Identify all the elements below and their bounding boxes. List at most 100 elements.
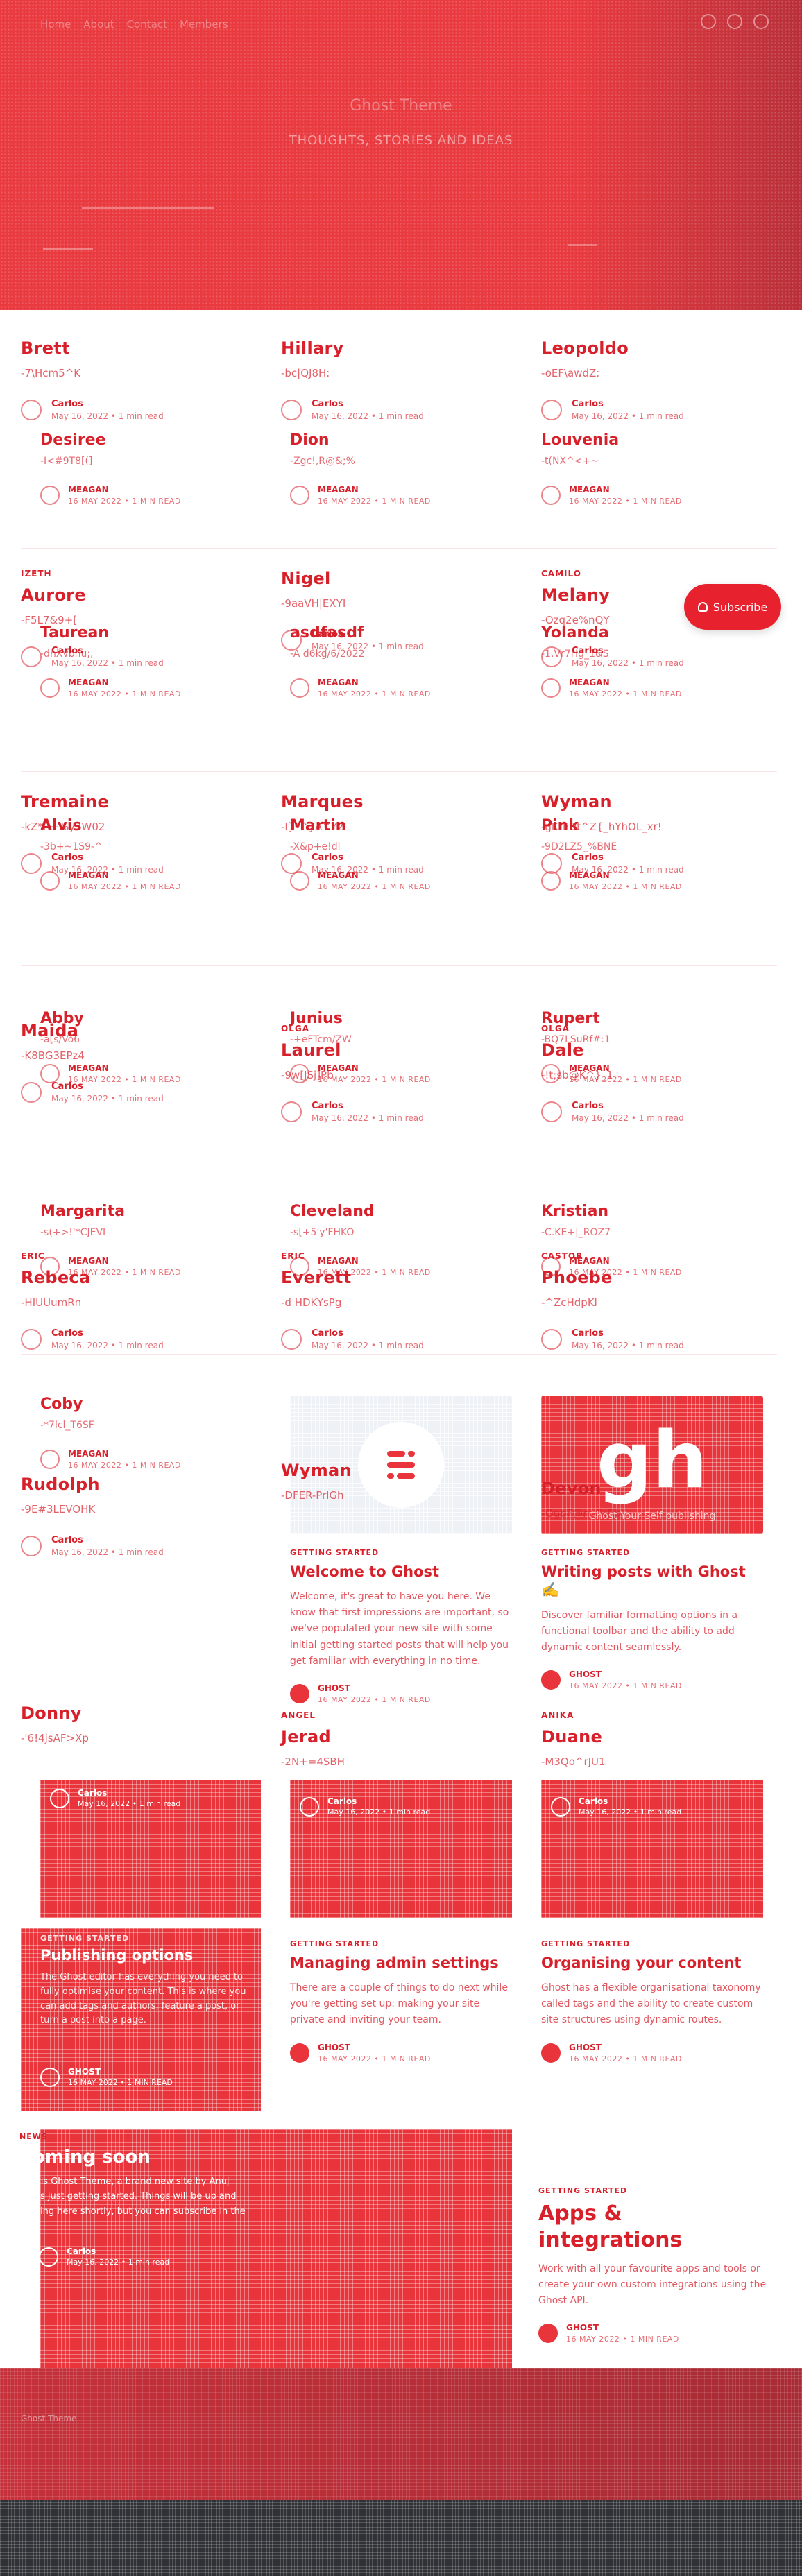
featured-post-card[interactable]: NEWS Coming soon This is Ghost Theme, a … <box>19 2132 255 2267</box>
post-card[interactable]: ANIKA Duane -M3Qo^rJU1 <box>541 1710 763 1768</box>
post-tag[interactable]: ERIC <box>281 1251 503 1261</box>
post-tag[interactable]: IZETH <box>21 569 243 578</box>
post-card-overlap[interactable]: Louvenia -t(NX^<+~ MEAGAN 16 MAY 2022 • 1… <box>541 431 756 506</box>
post-image[interactable]: gh Ghost Your Self publishing <box>541 1396 763 1534</box>
author-avatar[interactable] <box>40 678 60 698</box>
post-title[interactable]: Dion <box>290 431 505 449</box>
post-title[interactable]: Louvenia <box>541 431 756 449</box>
post-title[interactable]: Leopoldo <box>541 338 763 359</box>
author-avatar[interactable] <box>281 1328 302 1350</box>
post-card-overlap[interactable]: Desiree -I<#9T8[(] MEAGAN 16 MAY 2022 • 1… <box>40 431 255 506</box>
author-avatar[interactable] <box>21 1081 42 1103</box>
post-title[interactable]: Margarita <box>40 1203 255 1220</box>
author-name[interactable]: MEAGAN <box>318 485 431 495</box>
author-name[interactable]: MEAGAN <box>569 678 682 687</box>
author-avatar[interactable] <box>40 1064 60 1083</box>
post-title[interactable]: Brett <box>21 338 243 359</box>
post-title[interactable]: Pink <box>541 817 756 834</box>
post-title[interactable]: Martin <box>290 817 505 834</box>
author-avatar[interactable] <box>538 2324 558 2344</box>
author-name[interactable]: MEAGAN <box>68 1449 181 1459</box>
featured-post-card[interactable]: Wyman -DFER-PrlGh GETTING STARTED Welcom… <box>281 1396 512 1704</box>
author-avatar[interactable] <box>541 1064 561 1083</box>
post-card[interactable]: Hillary -bc|QJ8H: Carlos May 16, 2022 • 1… <box>281 338 503 421</box>
author-name[interactable]: Carlos <box>572 1101 684 1111</box>
post-card-overlap[interactable]: Alvis -3b+~1S9-^ MEAGAN 16 MAY 2022 • 1 M… <box>40 817 255 891</box>
author-avatar[interactable] <box>541 2043 561 2063</box>
post-title[interactable]: Writing posts with Ghost ✍️ <box>541 1563 763 1599</box>
author-avatar[interactable] <box>290 2043 309 2063</box>
featured-post-card[interactable]: gh Ghost Your Self publishing Devon -Ogb… <box>541 1396 763 1690</box>
post-title[interactable]: Organising your content <box>541 1954 763 1972</box>
author-name[interactable]: Carlos <box>312 399 424 409</box>
post-title[interactable]: Cleveland <box>290 1203 505 1220</box>
author-avatar[interactable] <box>50 1788 69 1808</box>
author-avatar[interactable] <box>281 399 302 420</box>
post-card[interactable]: Leopoldo -oEF\awdZ: Carlos May 16, 2022 •… <box>541 338 763 421</box>
author-avatar[interactable] <box>290 486 309 505</box>
author-name[interactable]: Carlos <box>572 1328 684 1339</box>
post-title[interactable]: Desiree <box>40 431 255 449</box>
post-title[interactable]: Welcome to Ghost <box>290 1563 512 1581</box>
post-title[interactable]: Rupert <box>541 1010 756 1027</box>
post-card-overlap[interactable]: Junius -+eFTcm/ZW MEAGAN 16 MAY 2022 • 1 … <box>290 1010 505 1084</box>
author-name[interactable]: Carlos <box>327 1796 430 1806</box>
author-name[interactable]: Carlos <box>312 1101 424 1111</box>
author-avatar[interactable] <box>40 1450 60 1469</box>
post-title[interactable]: Phoebe <box>541 1268 763 1288</box>
post-card[interactable]: CASTOR Phoebe -^ZcHdpKl Carlos May 16, 20… <box>541 1251 763 1350</box>
post-title[interactable]: Publishing options <box>40 1947 248 1964</box>
post-title[interactable]: Hillary <box>281 338 503 359</box>
author-name[interactable]: GHOST <box>566 2323 679 2333</box>
post-title[interactable]: Apps & integrations <box>538 2201 767 2253</box>
post-card[interactable]: Rudolph -9E#3LEVOHK Carlos May 16, 2022 •… <box>21 1475 243 1557</box>
author-avatar[interactable] <box>281 1101 302 1122</box>
author-name[interactable]: GHOST <box>318 2043 431 2052</box>
post-title[interactable]: Donny <box>21 1703 243 1724</box>
post-title[interactable]: Managing admin settings <box>290 1954 512 1972</box>
nav-item-contact[interactable]: Contact <box>127 18 167 31</box>
post-title[interactable]: Everett <box>281 1268 503 1288</box>
author-avatar[interactable] <box>290 1064 309 1083</box>
post-title[interactable]: Coming soon <box>19 2147 255 2167</box>
post-title[interactable]: Marques <box>281 792 503 812</box>
author-avatar[interactable] <box>21 399 42 420</box>
post-card-overlap[interactable]: Yolanda -1.Vr7Hg_1&S MEAGAN 16 MAY 2022 •… <box>541 624 756 698</box>
post-title[interactable]: Nigel <box>281 569 503 589</box>
author-avatar[interactable] <box>551 1796 570 1817</box>
post-title[interactable]: Taurean <box>40 624 255 642</box>
author-name[interactable]: GHOST <box>569 1669 682 1679</box>
post-card-overlap[interactable]: Abby -a[s/Vo6 MEAGAN 16 MAY 2022 • 1 MIN … <box>40 1010 255 1084</box>
post-card-overlap[interactable]: Pink -9D2LZ5_%BNE MEAGAN 16 MAY 2022 • 1 … <box>541 817 756 891</box>
author-name[interactable]: Carlos <box>67 2247 169 2256</box>
featured-post-card[interactable]: GETTING STARTED Publishing options The G… <box>21 1928 261 2111</box>
author-avatar[interactable] <box>21 646 42 667</box>
author-name[interactable]: MEAGAN <box>569 485 682 495</box>
post-card-overlap[interactable]: Taurean -dnXvbnu;, MEAGAN 16 MAY 2022 • 1… <box>40 624 255 698</box>
post-title[interactable]: Kristian <box>541 1203 756 1220</box>
author-name[interactable]: MEAGAN <box>318 870 431 880</box>
post-tag[interactable]: GETTING STARTED <box>40 1934 248 1943</box>
post-title[interactable]: Melany <box>541 585 763 606</box>
nav-item-about[interactable]: About <box>83 18 114 31</box>
author-avatar[interactable] <box>541 486 561 505</box>
post-title[interactable]: Coby <box>40 1396 255 1413</box>
author-name[interactable]: GHOST <box>318 1683 431 1693</box>
facebook-icon[interactable] <box>753 14 769 29</box>
post-title[interactable]: Alvis <box>40 817 255 834</box>
author-avatar[interactable] <box>40 486 60 505</box>
author-avatar[interactable] <box>290 678 309 698</box>
post-tag[interactable]: ERIC <box>21 1251 243 1261</box>
post-card[interactable]: ERIC Everett -d HDKYsPg Carlos May 16, 20… <box>281 1251 503 1350</box>
author-name[interactable]: MEAGAN <box>68 1063 181 1073</box>
author-name[interactable]: MEAGAN <box>569 870 682 880</box>
post-title[interactable]: Wyman <box>541 792 763 812</box>
post-title[interactable]: Tremaine <box>21 792 243 812</box>
post-tag[interactable]: CAMILO <box>541 569 763 578</box>
author-name[interactable]: Carlos <box>312 1328 424 1339</box>
post-tag[interactable]: GETTING STARTED <box>538 2186 767 2195</box>
post-tag[interactable]: ANIKA <box>541 1710 763 1720</box>
author-avatar[interactable] <box>21 1535 42 1556</box>
post-tag[interactable]: CASTOR <box>541 1251 763 1261</box>
featured-post-card[interactable]: GETTING STARTED Organising your content … <box>541 1925 763 2063</box>
